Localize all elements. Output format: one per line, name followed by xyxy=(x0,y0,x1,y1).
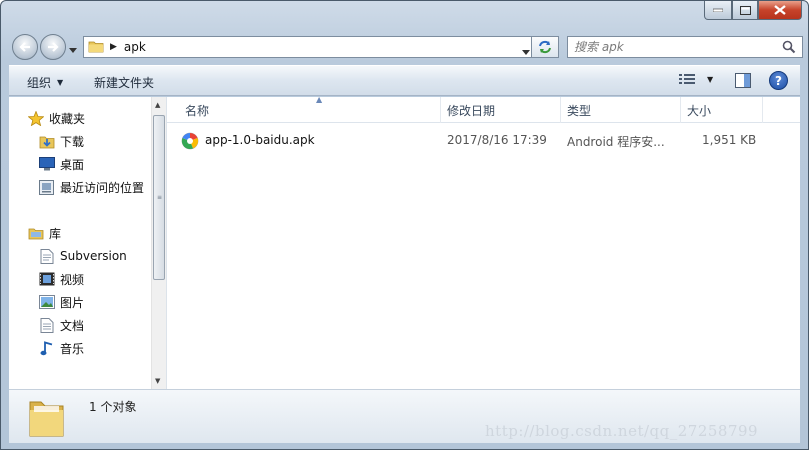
nav-item-label: 桌面 xyxy=(60,157,85,172)
nav-item-documents[interactable]: 文档 xyxy=(38,314,84,336)
folder-icon xyxy=(27,396,67,441)
nav-item-label: 视频 xyxy=(60,272,85,287)
minimize-icon xyxy=(713,8,723,12)
nav-item-label: 文档 xyxy=(60,318,85,333)
organize-button[interactable]: 组织 ▼ xyxy=(27,74,63,91)
close-button[interactable] xyxy=(758,1,802,20)
apk-file-icon xyxy=(181,132,199,153)
nav-item-recent-places[interactable]: 最近访问的位置 xyxy=(38,176,144,198)
nav-item-videos[interactable]: 视频 xyxy=(38,268,84,290)
address-row: ▶ apk xyxy=(9,31,803,61)
explorer-window: ▶ apk 组织 ▼ 新建文件夹 xyxy=(0,0,809,450)
chevron-down-icon: ▼ xyxy=(57,78,64,87)
address-dropdown-icon[interactable] xyxy=(522,44,530,58)
nav-favorites[interactable]: 收藏夹 xyxy=(27,107,85,129)
nav-item-label: 下载 xyxy=(60,134,85,149)
column-header: 名称 ▲ 修改日期 类型 大小 xyxy=(167,95,800,123)
recent-places-icon xyxy=(38,179,56,195)
forward-button[interactable] xyxy=(40,34,66,60)
search-icon[interactable] xyxy=(782,40,796,57)
nav-libraries-label: 库 xyxy=(49,226,62,241)
file-row[interactable]: app-1.0-baidu.apk 2017/8/16 17:39 Androi… xyxy=(179,128,779,154)
nav-item-label: Subversion xyxy=(60,249,127,263)
navigation-pane: 收藏夹 下载 桌面 最近访问的位置 库 Subversion 视频 图片 文档 … xyxy=(9,97,167,389)
nav-item-label: 图片 xyxy=(60,295,85,310)
nav-favorites-label: 收藏夹 xyxy=(49,111,86,126)
picture-icon xyxy=(38,294,56,310)
new-folder-label: 新建文件夹 xyxy=(94,76,155,90)
new-folder-button[interactable]: 新建文件夹 xyxy=(94,74,154,91)
folder-icon xyxy=(88,39,104,56)
help-button[interactable]: ? xyxy=(769,71,788,90)
nav-item-pictures[interactable]: 图片 xyxy=(38,291,84,313)
nav-item-subversion[interactable]: Subversion xyxy=(38,245,127,267)
column-type-label: 类型 xyxy=(567,103,592,118)
scrollbar-thumb[interactable]: ≡ xyxy=(153,115,165,280)
column-type[interactable]: 类型 xyxy=(561,97,681,123)
help-icon: ? xyxy=(775,73,782,88)
watermark: http://blog.csdn.net/qq_27258799 xyxy=(485,422,759,440)
file-name[interactable]: app-1.0-baidu.apk xyxy=(205,133,315,147)
column-name[interactable]: 名称 ▲ xyxy=(179,95,441,123)
library-icon xyxy=(27,225,45,241)
desktop-icon xyxy=(38,156,56,172)
preview-pane-icon xyxy=(735,73,751,88)
column-name-label: 名称 xyxy=(185,103,210,118)
nav-item-desktop[interactable]: 桌面 xyxy=(38,153,84,175)
window-controls xyxy=(704,1,802,20)
minimize-button[interactable] xyxy=(704,1,732,20)
column-size[interactable]: 大小 xyxy=(681,97,763,123)
close-icon xyxy=(774,5,786,15)
scroll-down-icon[interactable]: ▼ xyxy=(155,377,160,385)
file-type: Android 程序安... xyxy=(567,135,665,149)
chevron-down-icon xyxy=(69,48,77,53)
maximize-button[interactable] xyxy=(732,1,758,20)
content-area: 收藏夹 下载 桌面 最近访问的位置 库 Subversion 视频 图片 文档 … xyxy=(9,95,800,389)
search-input[interactable] xyxy=(574,40,764,54)
back-arrow-icon xyxy=(19,42,30,52)
column-date-label: 修改日期 xyxy=(447,103,496,118)
sort-ascending-icon: ▲ xyxy=(316,95,323,104)
file-list: 名称 ▲ 修改日期 类型 大小 app-1.0-baidu.apk 2017/8… xyxy=(167,95,800,389)
nav-scrollbar[interactable]: ▲ ≡ ▼ xyxy=(151,97,166,389)
address-bar[interactable]: ▶ apk xyxy=(83,36,537,58)
scroll-up-icon[interactable]: ▲ xyxy=(155,101,160,109)
recent-pages-dropdown[interactable] xyxy=(69,42,77,56)
maximize-icon xyxy=(739,5,751,15)
refresh-button[interactable] xyxy=(531,36,559,58)
item-count: 1 个对象 xyxy=(89,400,137,414)
video-icon xyxy=(38,271,56,287)
back-button[interactable] xyxy=(12,34,38,60)
organize-label: 组织 xyxy=(27,76,52,90)
music-icon xyxy=(38,340,56,356)
refresh-icon xyxy=(539,40,551,54)
nav-item-music[interactable]: 音乐 xyxy=(38,337,84,359)
nav-item-downloads[interactable]: 下载 xyxy=(38,130,84,152)
change-view-button[interactable]: ▼ xyxy=(679,73,713,85)
download-folder-icon xyxy=(38,133,56,149)
nav-item-label: 最近访问的位置 xyxy=(60,180,145,195)
document-library-icon xyxy=(38,248,56,264)
file-date: 2017/8/16 17:39 xyxy=(447,133,547,147)
grip-icon: ≡ xyxy=(157,194,163,201)
details-view-icon xyxy=(679,74,695,84)
nav-item-label: 音乐 xyxy=(60,341,85,356)
forward-arrow-icon xyxy=(48,42,59,52)
file-size: 1,951 KB xyxy=(702,133,757,147)
column-date[interactable]: 修改日期 xyxy=(441,97,561,123)
command-bar: 组织 ▼ 新建文件夹 ▼ ? xyxy=(9,65,800,96)
column-size-label: 大小 xyxy=(687,103,712,118)
search-box[interactable] xyxy=(567,36,803,58)
breadcrumb-separator-icon: ▶ xyxy=(110,42,117,52)
breadcrumb-current[interactable]: apk xyxy=(124,40,146,54)
chevron-down-icon: ▼ xyxy=(707,74,714,84)
preview-pane-button[interactable] xyxy=(735,73,751,91)
star-icon xyxy=(27,110,45,126)
details-pane: 1 个对象 http://blog.csdn.net/qq_27258799 xyxy=(9,389,800,443)
nav-libraries[interactable]: 库 xyxy=(27,222,61,244)
document-icon xyxy=(38,317,56,333)
